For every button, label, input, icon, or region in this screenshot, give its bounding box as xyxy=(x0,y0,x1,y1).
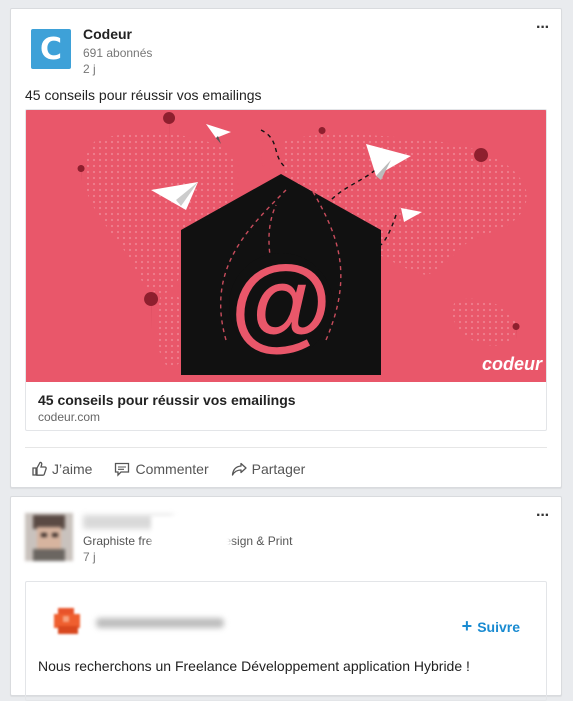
share-label: Partager xyxy=(251,461,306,477)
follow-button[interactable]: + Suivre xyxy=(462,616,520,637)
comment-label: Commenter xyxy=(135,461,209,477)
share-button[interactable]: Partager xyxy=(231,461,306,477)
share-icon xyxy=(231,462,247,476)
actions-bar: J’aime Commenter Partager xyxy=(31,461,305,477)
post-card: ··· Graphiste fre esign & Print 7 j + Su… xyxy=(10,496,562,701)
author-name[interactable]: Codeur xyxy=(83,26,132,42)
preview-domain: codeur.com xyxy=(38,410,101,424)
logo-letter: C xyxy=(39,31,63,67)
company-logo-image xyxy=(54,608,80,634)
watermark-text: codeur xyxy=(482,354,543,374)
post-card: ··· C Codeur 691 abonnés 2 j 45 conseils… xyxy=(10,8,562,488)
like-button[interactable]: J’aime xyxy=(31,461,92,477)
headline-prefix: Graphiste fre xyxy=(83,534,153,548)
comment-icon xyxy=(115,462,130,477)
company-logo[interactable]: C xyxy=(31,29,71,69)
more-options-icon[interactable]: ··· xyxy=(536,20,550,36)
avatar[interactable] xyxy=(25,513,73,561)
email-illustration: @ codeur xyxy=(26,110,546,382)
divider xyxy=(25,447,547,448)
blur-mask xyxy=(151,515,231,581)
follow-label: Suivre xyxy=(477,618,520,635)
preview-image[interactable]: @ codeur xyxy=(26,110,546,382)
link-preview[interactable]: @ codeur 45 conseils pour réussir vos em… xyxy=(25,109,547,431)
more-options-icon[interactable]: ··· xyxy=(536,508,550,524)
job-text: Nous recherchons un Freelance Développem… xyxy=(38,658,470,674)
post-text: 45 conseils pour réussir vos emailings xyxy=(25,87,262,103)
headline-suffix: esign & Print xyxy=(224,534,293,548)
post-time: 2 j xyxy=(83,62,96,76)
company-logo[interactable] xyxy=(50,604,84,638)
post-time: 7 j xyxy=(83,550,96,564)
like-label: J’aime xyxy=(52,461,93,477)
svg-text:@: @ xyxy=(230,245,331,361)
plus-icon: + xyxy=(461,616,473,636)
followers-count: 691 abonnés xyxy=(83,46,153,60)
comment-button[interactable]: Commenter xyxy=(114,461,209,477)
preview-title[interactable]: 45 conseils pour réussir vos emailings xyxy=(38,392,296,408)
company-name-blurred[interactable] xyxy=(96,618,224,628)
avatar-image xyxy=(25,513,73,561)
shared-job-card[interactable]: + Suivre Nous recherchons un Freelance D… xyxy=(25,581,547,701)
thumbs-up-icon xyxy=(32,461,47,476)
